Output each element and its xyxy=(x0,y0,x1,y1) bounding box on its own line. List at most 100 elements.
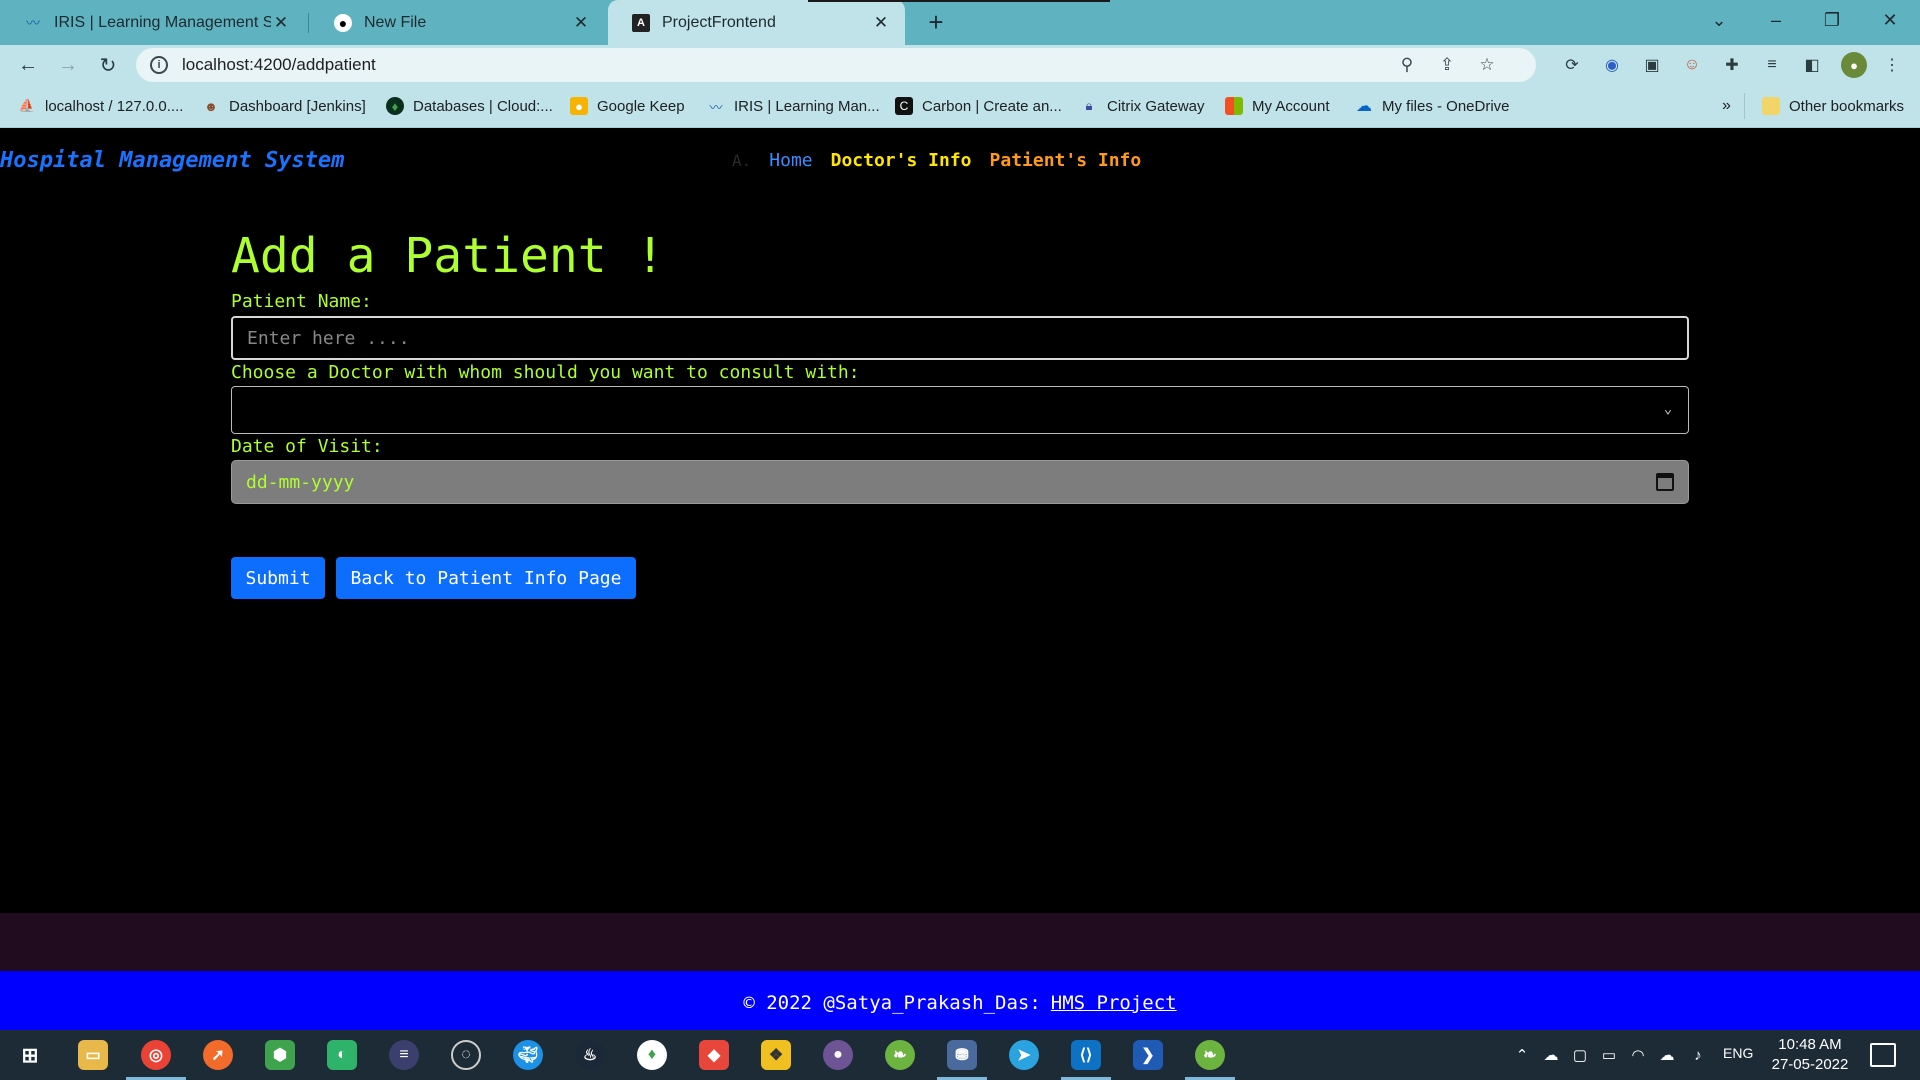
nav-ghost-text: A. xyxy=(732,151,752,170)
minimize-button[interactable]: – xyxy=(1752,0,1800,40)
browser-toolbar: ← → ↻ i localhost:4200/addpatient ⚲ ⇪ ☆ … xyxy=(0,45,1920,85)
bookmark-item[interactable]: ☻ Dashboard [Jenkins] xyxy=(202,95,366,117)
telegram-icon[interactable]: ➤ xyxy=(1009,1040,1039,1070)
git-tools-icon[interactable]: ❖ xyxy=(761,1040,791,1070)
tray-cloud-sync-icon[interactable]: ☁ xyxy=(1540,1044,1562,1066)
footer-spacer xyxy=(0,913,1920,971)
windows-start-icon[interactable]: ⊞ xyxy=(15,1040,45,1070)
patient-name-label: Patient Name: xyxy=(231,291,372,312)
lock-icon: 🔒︎ xyxy=(1085,98,1093,113)
menu-kebab-icon[interactable]: ⋮ xyxy=(1881,54,1903,76)
side-panel-icon[interactable]: ◧ xyxy=(1801,54,1823,76)
bookmark-item[interactable]: 〰 IRIS | Learning Man... xyxy=(707,95,879,117)
bookmark-item[interactable]: ⛵ localhost / 127.0.0.... xyxy=(18,95,184,117)
spring-tool-icon[interactable]: ❧ xyxy=(885,1040,915,1070)
footer-project-link[interactable]: HMS Project xyxy=(1051,992,1177,1014)
wifi-icon[interactable]: ◠ xyxy=(1627,1044,1649,1066)
tab-loading-bar xyxy=(808,0,1110,2)
window-close-button[interactable]: ✕ xyxy=(1866,0,1914,40)
onedrive-tray-icon[interactable]: ☁ xyxy=(1656,1044,1678,1066)
battery-icon[interactable]: ▭ xyxy=(1598,1044,1620,1066)
tab-iris[interactable]: 〰 IRIS | Learning Management Syst ✕ xyxy=(0,0,305,45)
brand-title[interactable]: Hospital Management System xyxy=(0,148,344,173)
spring-boot-icon[interactable]: ❧ xyxy=(1195,1040,1225,1070)
doctor-select[interactable]: ⌄ xyxy=(231,386,1689,434)
back-arrow-icon[interactable]: ← xyxy=(12,49,44,81)
docker-icon[interactable]: 🐳︎ xyxy=(513,1040,543,1070)
iris-icon: 〰 xyxy=(26,14,40,31)
mongodb-icon: ♦ xyxy=(386,97,404,115)
file-explorer-icon[interactable]: ▭ xyxy=(78,1040,108,1070)
doctor-select-label: Choose a Doctor with whom should you wan… xyxy=(231,362,860,383)
nav-patients-link[interactable]: Patient's Info xyxy=(990,150,1142,171)
tab-search-chevron-icon[interactable]: ⌄ xyxy=(1695,0,1743,40)
zoom-icon[interactable]: ⚲ xyxy=(1396,54,1418,76)
browser-tab-strip: 〰 IRIS | Learning Management Syst ✕ ● Ne… xyxy=(0,0,1920,45)
iris-icon: 〰 xyxy=(709,99,723,115)
calendar-icon[interactable] xyxy=(1656,473,1674,491)
onedrive-icon: ☁ xyxy=(1356,98,1372,115)
git-kraken-icon[interactable]: ◆ xyxy=(699,1040,729,1070)
volume-icon[interactable]: ♪ xyxy=(1687,1044,1709,1066)
site-info-icon[interactable]: i xyxy=(150,56,168,74)
mongodb-compass-icon[interactable]: ♦ xyxy=(637,1040,667,1070)
bookmark-item[interactable]: C Carbon | Create an... xyxy=(895,95,1062,117)
back-to-patient-info-button[interactable]: Back to Patient Info Page xyxy=(336,557,636,599)
bookmark-item[interactable]: ☁ My files - OneDrive xyxy=(1355,95,1510,117)
close-icon[interactable]: ✕ xyxy=(271,13,291,33)
steam-icon[interactable]: ♨ xyxy=(575,1040,605,1070)
reading-list-icon[interactable]: ≡ xyxy=(1761,54,1783,76)
extension-blue-circle-icon[interactable]: ◉ xyxy=(1601,54,1623,76)
address-bar[interactable]: i localhost:4200/addpatient ⚲ ⇪ ☆ xyxy=(136,48,1536,82)
extensions-puzzle-icon[interactable]: ✚ xyxy=(1721,54,1743,76)
system-clock[interactable]: 10:48 AM 27-05-2022 xyxy=(1762,1035,1858,1075)
tray-chevron-up-icon[interactable]: ⌃ xyxy=(1511,1044,1533,1066)
eclipse-icon[interactable]: ≡ xyxy=(389,1040,419,1070)
forward-arrow-icon[interactable]: → xyxy=(52,49,84,81)
extension-square-icon[interactable]: ▣ xyxy=(1641,54,1663,76)
profile-avatar[interactable]: ● xyxy=(1841,52,1867,78)
jenkins-icon: ☻ xyxy=(204,98,218,114)
bookmark-item[interactable]: ♦ Databases | Cloud:... xyxy=(386,95,553,117)
visit-date-input[interactable]: dd-mm-yyyy xyxy=(231,460,1689,504)
reload-icon[interactable]: ↻ xyxy=(92,49,124,81)
close-icon[interactable]: ✕ xyxy=(871,13,891,33)
tab-project-frontend[interactable]: A ProjectFrontend ✕ xyxy=(608,0,905,45)
tab-new-file[interactable]: ● New File ✕ xyxy=(310,0,605,45)
bookmark-item[interactable]: 🔒︎ Citrix Gateway xyxy=(1080,95,1205,117)
nav-home-link[interactable]: Home xyxy=(769,150,812,171)
chrome-icon[interactable]: ◎ xyxy=(141,1040,171,1070)
notifications-icon[interactable] xyxy=(1870,1043,1896,1067)
powershell-icon[interactable]: ❯ xyxy=(1133,1040,1163,1070)
bookmark-star-icon[interactable]: ☆ xyxy=(1476,54,1498,76)
patient-name-input[interactable]: Enter here .... xyxy=(231,316,1689,360)
submit-button[interactable]: Submit xyxy=(231,557,325,599)
folder-icon xyxy=(1762,97,1780,115)
more-bookmarks-button[interactable]: » xyxy=(1722,95,1731,117)
clock-time: 10:48 AM xyxy=(1778,1036,1842,1053)
restore-button[interactable]: ❐ xyxy=(1808,0,1856,40)
bookmark-item[interactable]: ● Google Keep xyxy=(570,95,685,117)
share-icon[interactable]: ⇪ xyxy=(1436,54,1458,76)
sql-server-icon[interactable]: ⛃ xyxy=(947,1040,977,1070)
nodejs-icon[interactable]: ⬢ xyxy=(265,1040,295,1070)
nav-doctors-link[interactable]: Doctor's Info xyxy=(831,150,972,171)
chevron-down-icon: ⌄ xyxy=(1663,401,1673,417)
bookmark-item[interactable]: My Account xyxy=(1225,95,1330,117)
input-language[interactable]: ENG xyxy=(1723,1045,1753,1061)
angular-icon: A xyxy=(632,13,650,32)
other-bookmarks-folder[interactable]: Other bookmarks xyxy=(1762,95,1904,117)
mysql-workbench-icon[interactable]: ◐ xyxy=(327,1040,357,1070)
extension-sync-icon[interactable]: ⟳ xyxy=(1561,54,1583,76)
tray-meeting-icon[interactable]: ▢ xyxy=(1569,1044,1591,1066)
obs-icon[interactable]: ◌ xyxy=(451,1040,481,1070)
close-icon[interactable]: ✕ xyxy=(571,13,591,33)
keep-icon: ● xyxy=(570,97,588,115)
url-text[interactable]: localhost:4200/addpatient xyxy=(182,55,376,75)
github-desktop-icon[interactable]: ● xyxy=(823,1040,853,1070)
postman-icon[interactable]: ➚ xyxy=(203,1040,233,1070)
new-tab-button[interactable]: + xyxy=(922,7,950,37)
vscode-icon[interactable]: ⟨⟩ xyxy=(1071,1040,1101,1070)
bookmarks-divider xyxy=(1744,93,1745,119)
extension-face-icon[interactable]: ☺ xyxy=(1681,54,1703,76)
